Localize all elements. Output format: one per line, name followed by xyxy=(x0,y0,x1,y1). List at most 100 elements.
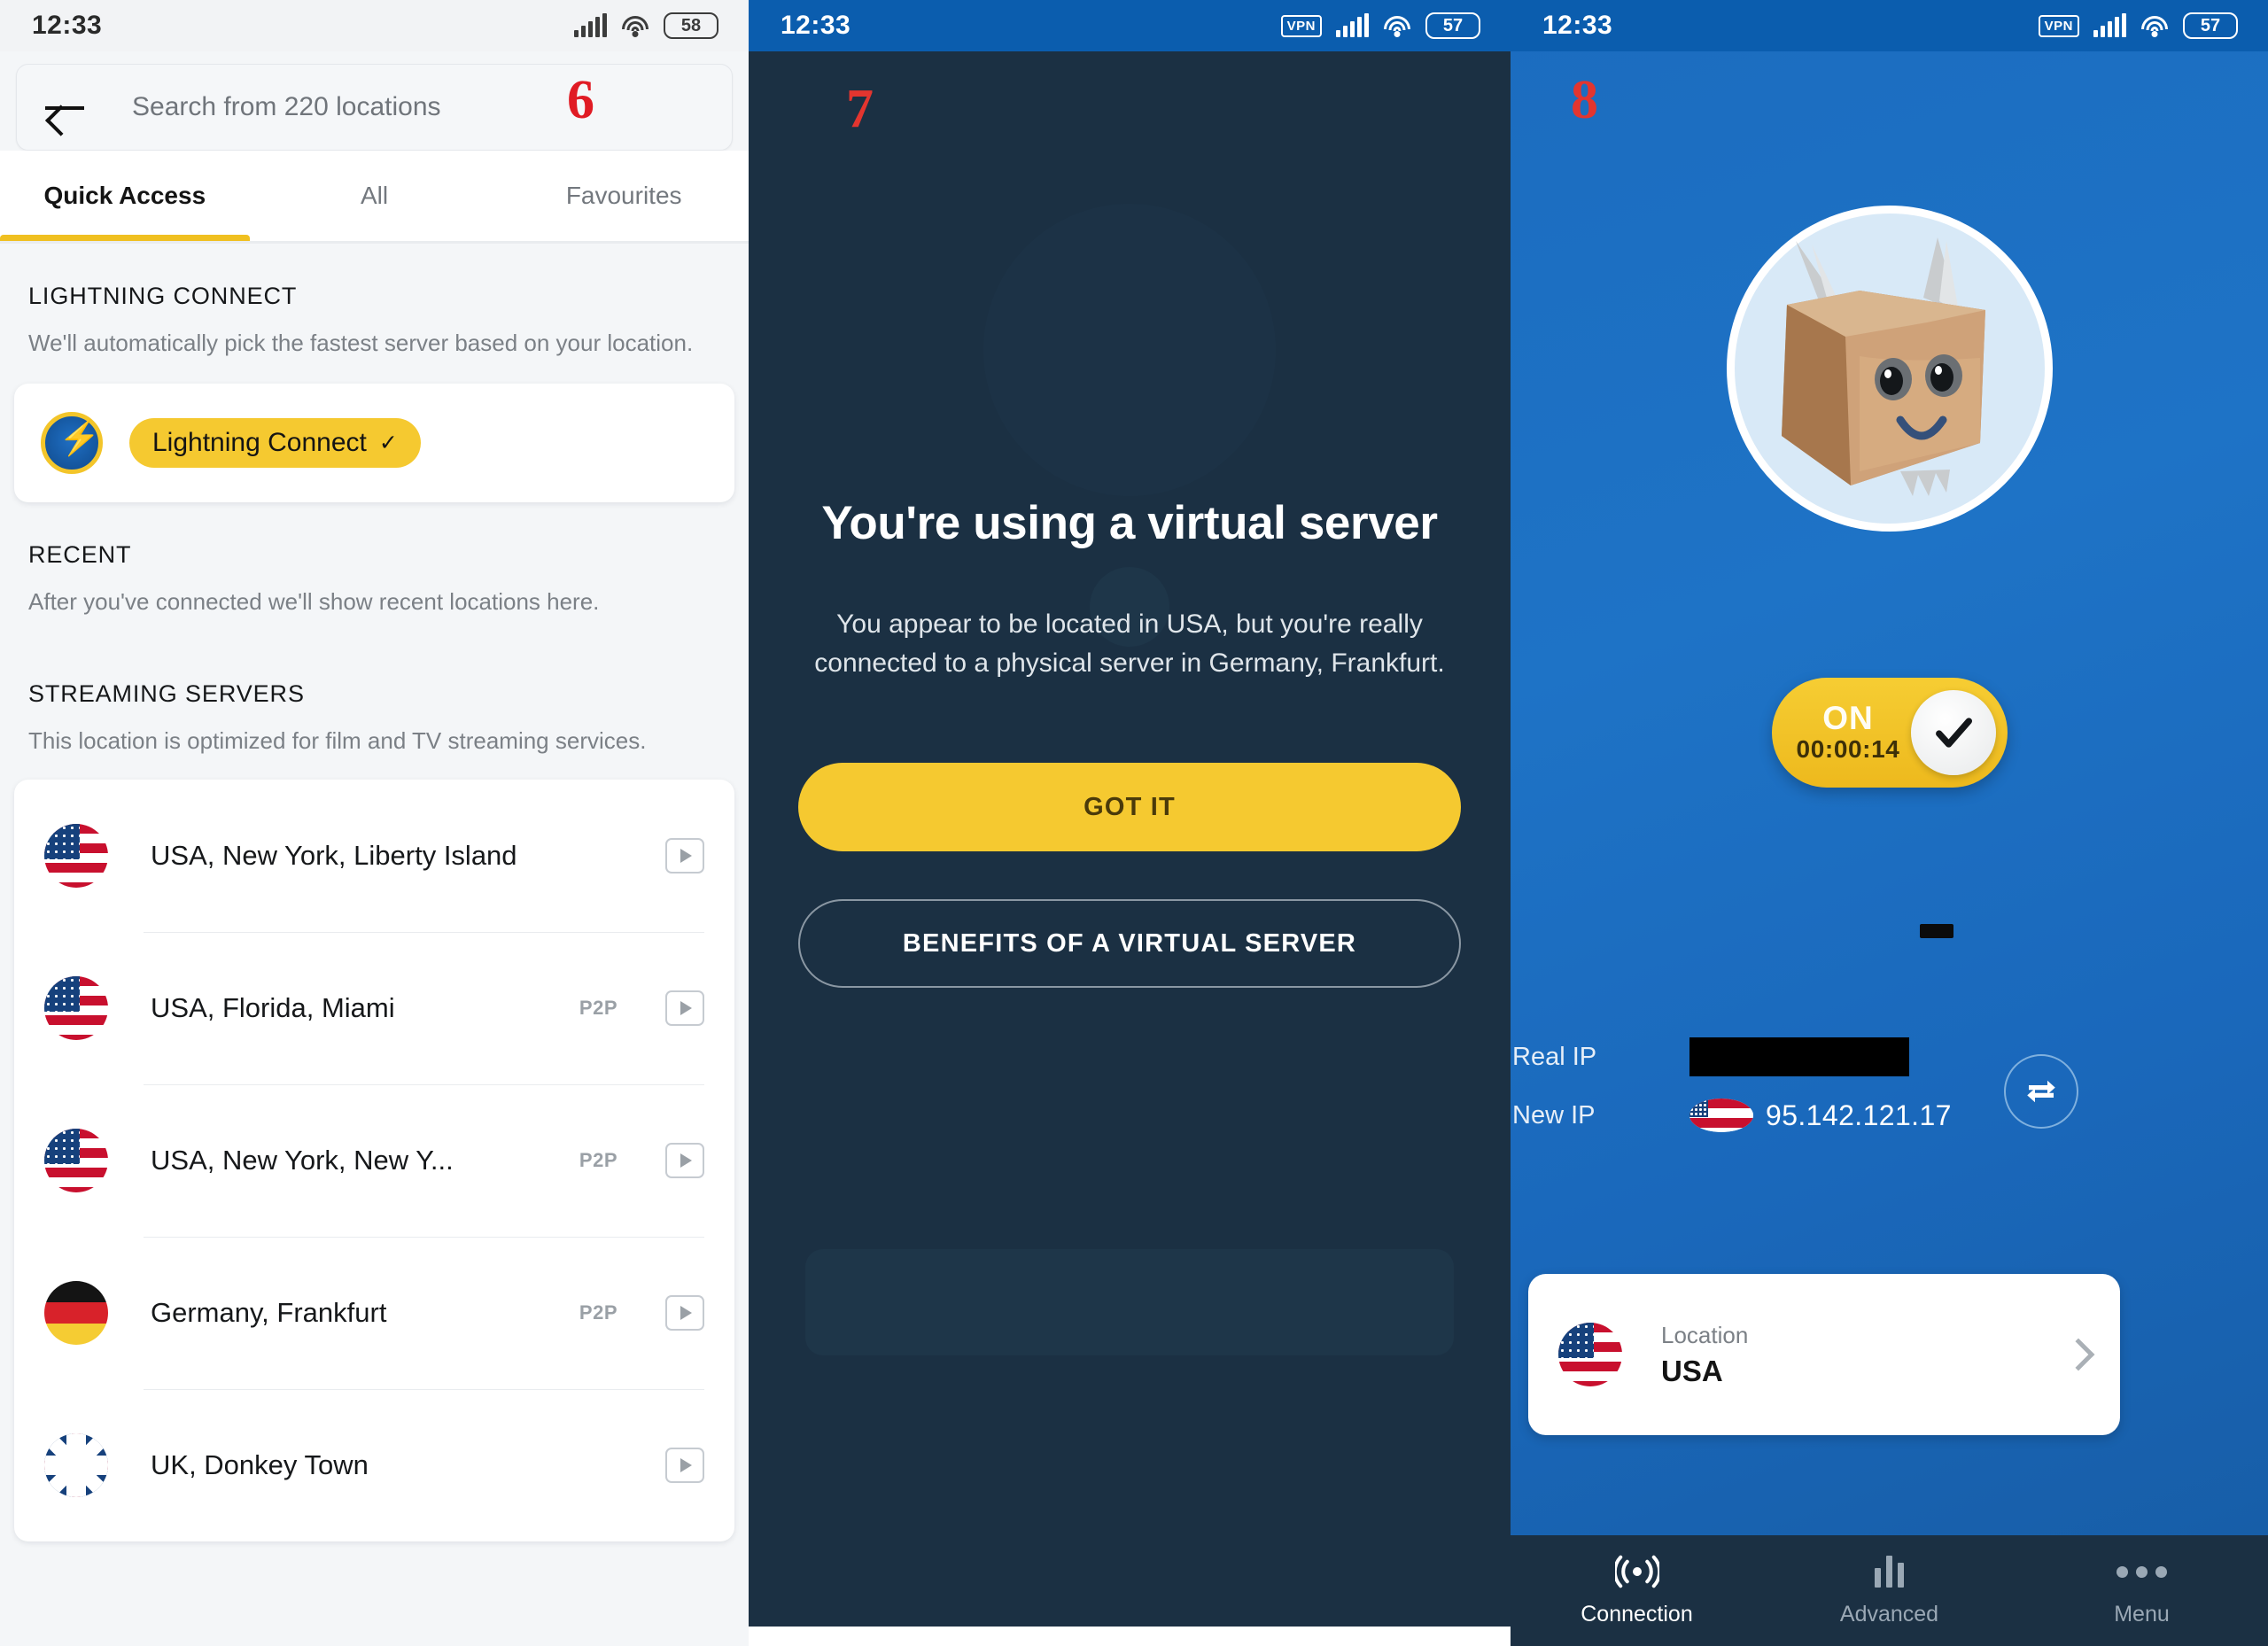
virtual-server-dialog: You're using a virtual server You appear… xyxy=(749,496,1511,989)
section-title: STREAMING SERVERS xyxy=(28,680,305,708)
lightning-connect-card[interactable]: Lightning Connect ✓ xyxy=(14,383,734,502)
tab-quick-access[interactable]: Quick Access xyxy=(0,151,250,241)
background-logo-watermark xyxy=(983,204,1276,496)
nav-item-advanced[interactable]: Advanced xyxy=(1763,1554,2016,1627)
battery-icon: 57 xyxy=(2183,12,2238,39)
nav-item-connection[interactable]: Connection xyxy=(1511,1554,1763,1627)
bar-chart-icon xyxy=(1875,1554,1904,1589)
server-name: USA, Florida, Miami xyxy=(151,991,395,1023)
new-ip-value: 95.142.121.17 xyxy=(1766,1099,1952,1131)
list-item[interactable]: USA, New York, New Y... P2P xyxy=(44,1083,734,1237)
status-clock: 12:33 xyxy=(1542,11,1613,40)
tab-favourites[interactable]: Favourites xyxy=(499,151,749,241)
dialog-description: You appear to be located in USA, but you… xyxy=(814,609,1445,679)
bottom-edge xyxy=(749,1627,1511,1646)
play-icon[interactable] xyxy=(665,1294,704,1331)
lightning-connect-chip[interactable]: Lightning Connect ✓ xyxy=(129,417,421,468)
location-texts: Location USA xyxy=(1661,1322,2067,1388)
status-clock: 12:33 xyxy=(32,11,103,40)
play-icon[interactable] xyxy=(665,990,704,1026)
lightning-bolt-icon xyxy=(41,411,103,474)
new-ip-row: New IP 95.142.121.17 xyxy=(1511,1086,2078,1145)
new-ip-value-wrap: 95.142.121.17 xyxy=(1689,1099,1952,1132)
server-name: USA, New York, New Y... xyxy=(151,1144,454,1176)
play-icon[interactable] xyxy=(665,1142,704,1178)
mascot-illustration xyxy=(1726,206,2053,532)
server-name: USA, New York, Liberty Island xyxy=(151,839,517,871)
status-icons: VPN 57 xyxy=(1280,12,1480,39)
background-card-watermark xyxy=(805,1249,1454,1355)
ip-info-block: Real IP New IP 95.142.121.17 xyxy=(1511,1028,2078,1145)
screenshot-root: 6 12:33 58 Search from 220 locations Qui… xyxy=(0,0,2268,1646)
tab-all[interactable]: All xyxy=(250,151,500,241)
status-icons: VPN 57 xyxy=(2038,12,2238,39)
nav-item-menu[interactable]: Menu xyxy=(2016,1554,2268,1627)
status-bar-virtual: 12:33 VPN 57 xyxy=(749,0,1511,51)
dialog-title: You're using a virtual server xyxy=(821,497,1438,549)
tabs-bar: Quick Access All Favourites xyxy=(0,151,749,241)
server-name: Germany, Frankfurt xyxy=(151,1296,387,1328)
list-item[interactable]: Germany, Frankfurt P2P xyxy=(44,1236,734,1389)
nav-label: Connection xyxy=(1581,1602,1693,1627)
location-card[interactable]: Location USA xyxy=(1528,1274,2120,1435)
broadcast-icon xyxy=(1614,1554,1659,1589)
panel-virtual-server: 12:33 VPN 57 7 You're using a virtual se… xyxy=(749,0,1511,1646)
vpn-toggle-track[interactable]: ON 00:00:14 xyxy=(1771,678,2008,788)
shuffle-ip-button[interactable] xyxy=(2004,1054,2078,1129)
play-icon[interactable] xyxy=(665,1447,704,1483)
redacted-marker xyxy=(1920,924,1953,938)
cardboard-box-cat-icon xyxy=(1781,237,1985,496)
wifi-icon xyxy=(621,14,649,37)
search-bar[interactable]: Search from 220 locations xyxy=(16,64,733,151)
vpn-toggle-knob[interactable] xyxy=(1910,690,1996,775)
p2p-badge: P2P xyxy=(579,996,617,1019)
check-icon: ✓ xyxy=(378,430,398,455)
list-item[interactable]: USA, Florida, Miami P2P xyxy=(44,931,734,1084)
server-name: UK, Donkey Town xyxy=(151,1448,369,1480)
annotation-8: 8 xyxy=(1571,70,1598,130)
tab-label: Quick Access xyxy=(43,182,206,209)
vpn-icon: VPN xyxy=(1280,14,1322,37)
vpn-toggle-labels: ON 00:00:14 xyxy=(1772,699,1911,765)
list-item[interactable]: UK, Donkey Town xyxy=(44,1388,734,1541)
shuffle-icon xyxy=(2027,1080,2055,1103)
section-description: After you've connected we'll show recent… xyxy=(28,587,600,615)
location-caption: Location xyxy=(1661,1321,1749,1348)
got-it-button[interactable]: GOT IT xyxy=(798,763,1461,852)
signal-icon xyxy=(1336,13,1369,37)
section-description: This location is optimized for film and … xyxy=(28,727,647,755)
more-dots-icon xyxy=(2117,1554,2167,1589)
status-clock: 12:33 xyxy=(781,11,851,40)
battery-icon: 58 xyxy=(664,12,718,39)
section-title: RECENT xyxy=(28,540,132,568)
section-streaming-servers: STREAMING SERVERS This location is optim… xyxy=(0,617,749,757)
tab-label: Favourites xyxy=(565,182,682,209)
flag-icon-de xyxy=(44,1280,108,1345)
annotation-7: 7 xyxy=(846,79,874,139)
tab-label: All xyxy=(360,182,389,209)
server-list: USA, New York, Liberty Island USA, Flori… xyxy=(14,779,734,1541)
wifi-icon xyxy=(1383,14,1411,37)
check-icon xyxy=(1935,718,1972,748)
benefits-button[interactable]: BENEFITS OF A VIRTUAL SERVER xyxy=(798,899,1461,989)
flag-icon-us xyxy=(1558,1323,1622,1386)
section-title: LIGHTNING CONNECT xyxy=(28,283,298,309)
vpn-state-label: ON xyxy=(1822,699,1874,736)
nav-label: Advanced xyxy=(1839,1602,1939,1627)
status-icons: 58 xyxy=(574,12,718,39)
flag-icon-us xyxy=(44,1128,108,1192)
back-arrow-icon[interactable] xyxy=(43,89,89,125)
search-input[interactable]: Search from 220 locations xyxy=(132,92,441,122)
signal-icon xyxy=(574,13,607,37)
wifi-icon xyxy=(2140,14,2169,37)
list-item[interactable]: USA, New York, Liberty Island xyxy=(44,780,734,932)
flag-icon-us xyxy=(44,823,108,888)
section-recent: RECENT After you've connected we'll show… xyxy=(0,502,749,617)
play-icon[interactable] xyxy=(665,837,704,873)
status-bar-locations: 12:33 58 xyxy=(0,0,749,51)
real-ip-row: Real IP xyxy=(1511,1028,2078,1086)
battery-icon: 57 xyxy=(1425,12,1480,39)
flag-icon-uk xyxy=(44,1432,108,1497)
vpn-timer: 00:00:14 xyxy=(1796,735,1900,764)
vpn-icon: VPN xyxy=(2038,14,2079,37)
